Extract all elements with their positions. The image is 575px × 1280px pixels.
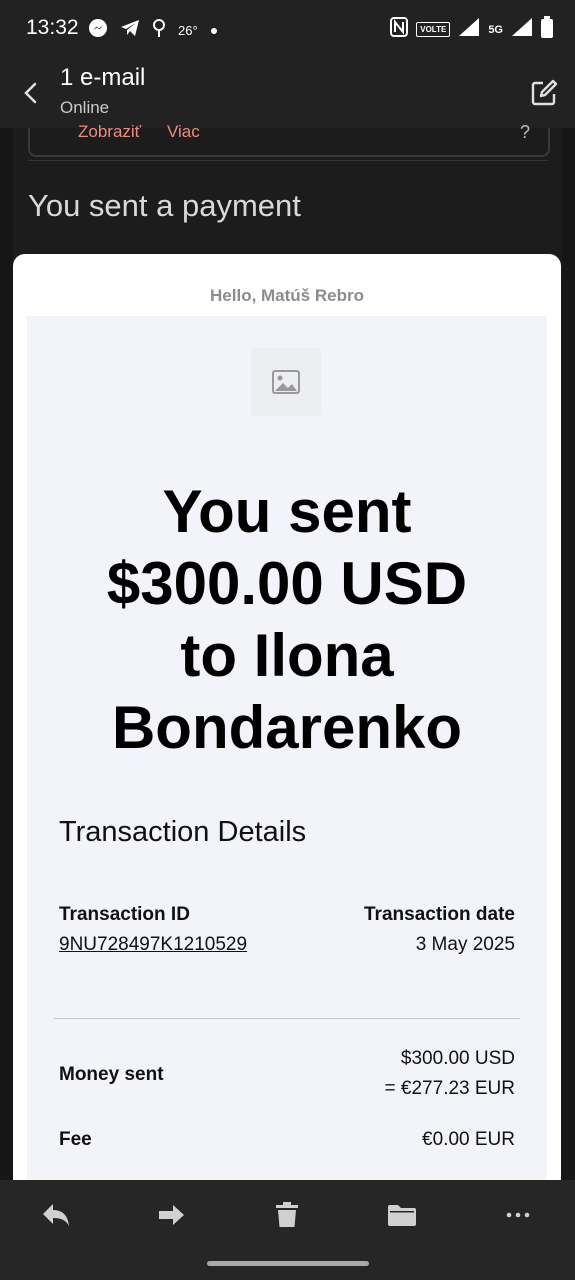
fee-value: €0.00 EUR <box>422 1129 515 1150</box>
more-link[interactable]: Viac <box>167 122 200 142</box>
more-options-button[interactable] <box>501 1198 535 1232</box>
trash-icon <box>276 1202 298 1227</box>
app-header: 1 e-mail Online <box>0 58 575 128</box>
chevron-left-icon <box>24 82 37 104</box>
show-link[interactable]: Zobraziť <box>78 122 141 142</box>
edit-icon <box>531 79 558 106</box>
header-title: 1 e-mail <box>60 64 146 91</box>
delete-button[interactable] <box>270 1198 304 1232</box>
email-body-card: Hello, Matúš Rebro You sent $300.00 USD … <box>13 254 561 1194</box>
money-sent-eur: = €277.23 EUR <box>384 1078 515 1099</box>
status-bar: 13:32 26° VOLTE 5G <box>0 0 575 58</box>
fee-label: Fee <box>59 1129 92 1150</box>
transaction-details-title: Transaction Details <box>59 816 307 848</box>
back-button[interactable] <box>18 80 44 106</box>
email-subject: You sent a payment <box>28 188 301 223</box>
headline-line: You sent <box>162 478 412 545</box>
forward-button[interactable] <box>154 1198 188 1232</box>
notice-banner: Zobraziť Viac ? <box>28 122 550 157</box>
folder-icon <box>388 1205 416 1226</box>
reply-icon <box>43 1204 69 1226</box>
messenger-icon <box>88 18 108 43</box>
volte-icon: VOLTE <box>416 22 451 37</box>
more-icon <box>506 1212 530 1218</box>
home-indicator[interactable] <box>207 1261 369 1266</box>
reply-button[interactable] <box>39 1198 73 1232</box>
telegram-icon <box>120 19 140 42</box>
forward-icon <box>159 1205 184 1225</box>
details-divider <box>54 1018 520 1019</box>
signal-icon-2 <box>511 17 533 42</box>
header-subtitle: Online <box>60 98 110 117</box>
header-divider <box>28 160 548 161</box>
transaction-date-value: 3 May 2025 <box>415 934 515 955</box>
money-sent-label: Money sent <box>59 1064 164 1085</box>
help-icon[interactable]: ? <box>520 122 530 143</box>
signal-icon <box>458 17 480 42</box>
move-folder-button[interactable] <box>385 1198 419 1232</box>
location-pin-icon <box>152 18 166 43</box>
greeting: Hello, Matúš Rebro <box>210 286 364 305</box>
transaction-date-label: Transaction date <box>364 904 515 925</box>
temperature-label: 26° <box>178 23 198 38</box>
status-time: 13:32 <box>26 16 79 39</box>
headline-line: Bondarenko <box>111 694 463 761</box>
headline-line: $300.00 USD <box>106 550 468 617</box>
compose-button[interactable] <box>529 78 559 108</box>
image-placeholder-icon <box>251 348 321 416</box>
network-type-label: 5G <box>488 23 503 36</box>
headline-line: to Ilona <box>180 622 394 689</box>
transaction-id-link[interactable]: 9NU728497K1210529 <box>59 934 247 956</box>
payment-headline: You sent $300.00 USD to Ilona Bondarenko <box>37 476 537 764</box>
nfc-icon <box>390 17 409 42</box>
dot-icon <box>210 22 218 40</box>
transaction-id-label: Transaction ID <box>59 904 190 925</box>
money-sent-usd: $300.00 USD <box>400 1048 515 1069</box>
email-content: You sent $300.00 USD to Ilona Bondarenko… <box>27 316 547 1194</box>
battery-icon <box>541 16 553 43</box>
